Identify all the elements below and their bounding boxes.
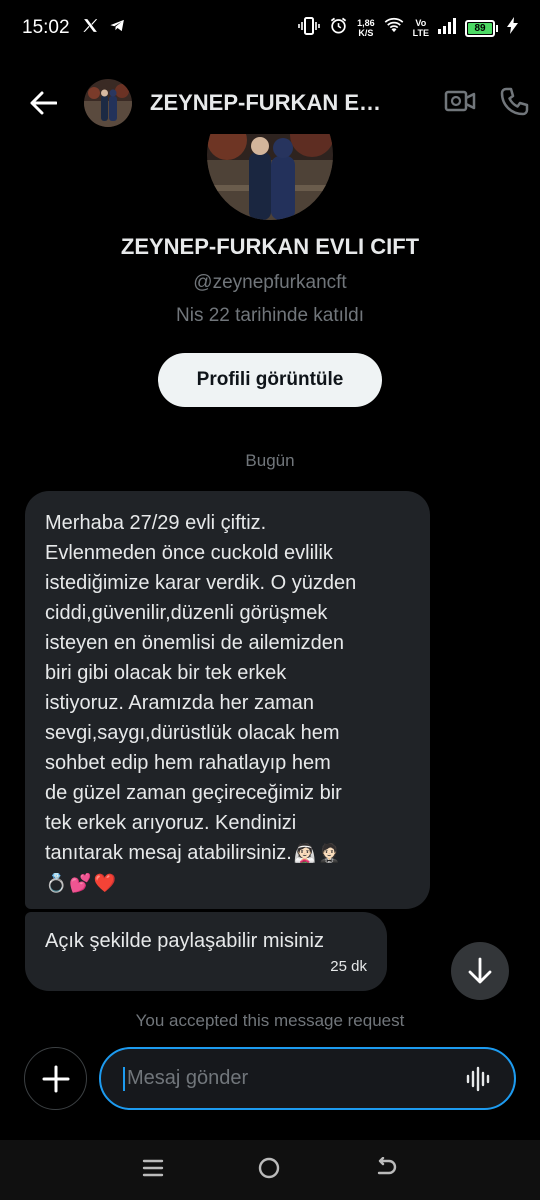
- message-line: istiyoruz. Aramızda her zaman: [45, 692, 314, 714]
- back-nav-button[interactable]: [374, 1156, 398, 1184]
- home-circle-icon: [258, 1157, 280, 1178]
- vibrate-icon: [298, 16, 320, 40]
- arrow-down-icon: [468, 957, 492, 984]
- text-caret: [123, 1066, 125, 1091]
- message-input-container[interactable]: [99, 1047, 516, 1110]
- plus-icon: [42, 1065, 69, 1092]
- message-line: sohbet edip hem rahatlayıp hem: [45, 752, 331, 774]
- back-button[interactable]: [26, 86, 60, 120]
- bride-emoji: 👰🏻: [293, 843, 317, 863]
- accepted-request-note: You accepted this message request: [135, 1011, 405, 1030]
- system-navigation-bar: [0, 1140, 540, 1200]
- conversation-header: ZEYNEP-FURKAN EVLI CIFT: [0, 72, 540, 134]
- wifi-icon: [384, 17, 404, 39]
- network-speed-unit: K/S: [358, 28, 374, 38]
- voice-message-button[interactable]: [466, 1066, 492, 1097]
- video-camera-icon: [444, 90, 476, 112]
- view-profile-button[interactable]: Profili görüntüle: [158, 353, 382, 407]
- profile-joined-date: Nis 22 tarihinde katıldı: [176, 305, 364, 326]
- home-button[interactable]: [257, 1156, 281, 1185]
- two-hearts-emoji: 💕: [69, 873, 92, 893]
- telegram-icon: [109, 17, 126, 39]
- red-heart-emoji: ❤️: [93, 873, 117, 893]
- message-bubble[interactable]: Açık şekilde paylaşabilir misiniz 25 dk: [25, 912, 387, 991]
- message-bubble[interactable]: Merhaba 27/29 evli çiftiz. Evlenmeden ön…: [25, 491, 430, 909]
- arrow-left-icon: [30, 91, 57, 115]
- message-line: tek erkek arıyoruz. Kendinizi: [45, 812, 297, 834]
- add-attachment-button[interactable]: [24, 1047, 87, 1110]
- message-line: sevgi,saygı,dürüstlük olacak hem: [45, 722, 340, 744]
- scroll-to-bottom-button[interactable]: [451, 942, 509, 1000]
- phone-icon: [500, 87, 529, 116]
- profile-handle: @zeynepfurkancft: [193, 272, 347, 293]
- composer: [0, 1033, 540, 1140]
- menu-icon: [142, 1159, 163, 1176]
- emoji-row: 💍 💕 ❤️: [45, 868, 410, 898]
- voice-call-button[interactable]: [498, 86, 530, 123]
- groom-emoji: 🤵🏻: [318, 843, 341, 863]
- volte-indicator: Vo LTE: [413, 18, 429, 38]
- message-line: ciddi,güvenilir,düzenli görüşmek: [45, 602, 328, 624]
- ring-emoji: 💍: [45, 873, 68, 893]
- network-speed-value: 1,86: [357, 18, 375, 28]
- message-line: istediğimize karar verdik. O yüzden: [45, 572, 357, 594]
- message-text: Açık şekilde paylaşabilir misiniz: [45, 930, 324, 952]
- alarm-icon: [329, 16, 348, 40]
- audio-waveform-icon: [466, 1066, 490, 1092]
- video-call-button[interactable]: [444, 86, 476, 123]
- date-separator: Bugün: [245, 451, 295, 470]
- message-line: Merhaba 27/29 evli çiftiz.: [45, 512, 267, 534]
- battery-level: 89: [468, 22, 492, 34]
- volte-bottom: LTE: [412, 28, 429, 38]
- message-text: Merhaba 27/29 evli çiftiz. Evlenmeden ön…: [45, 508, 410, 898]
- x-logo-icon: [82, 17, 99, 39]
- status-bar: 15:02 1,86 K/S Vo LTE 89: [0, 0, 540, 56]
- message-input[interactable]: [127, 1067, 447, 1090]
- volte-top: Vo: [415, 18, 427, 28]
- message-timestamp: 25 dk: [330, 958, 367, 975]
- recent-apps-button[interactable]: [142, 1158, 164, 1183]
- message-line: tanıtarak mesaj atabilirsiniz. 👰🏻 🤵🏻: [45, 838, 410, 868]
- status-time: 15:02: [22, 17, 70, 38]
- back-arrow-icon: [378, 1156, 397, 1174]
- profile-name: ZEYNEP-FURKAN EVLI CIFT: [120, 234, 420, 259]
- message-line-text: tanıtarak mesaj atabilirsiniz.: [45, 842, 292, 864]
- avatar[interactable]: [84, 79, 132, 127]
- message-line: de güzel zaman geçireceğimiz bir: [45, 782, 342, 804]
- signal-icon: [438, 17, 456, 39]
- header-title[interactable]: ZEYNEP-FURKAN EVLI CIFT: [150, 90, 395, 116]
- battery-icon: 89: [465, 19, 498, 37]
- message-line: biri gibi olacak bir tek erkek: [45, 662, 287, 684]
- message-line: Evlenmeden önce cuckold evlilik: [45, 542, 333, 564]
- network-speed: 1,86 K/S: [357, 18, 375, 38]
- message-line: isteyen en önemlisi de ailemizden: [45, 632, 345, 654]
- charging-icon: [507, 17, 518, 39]
